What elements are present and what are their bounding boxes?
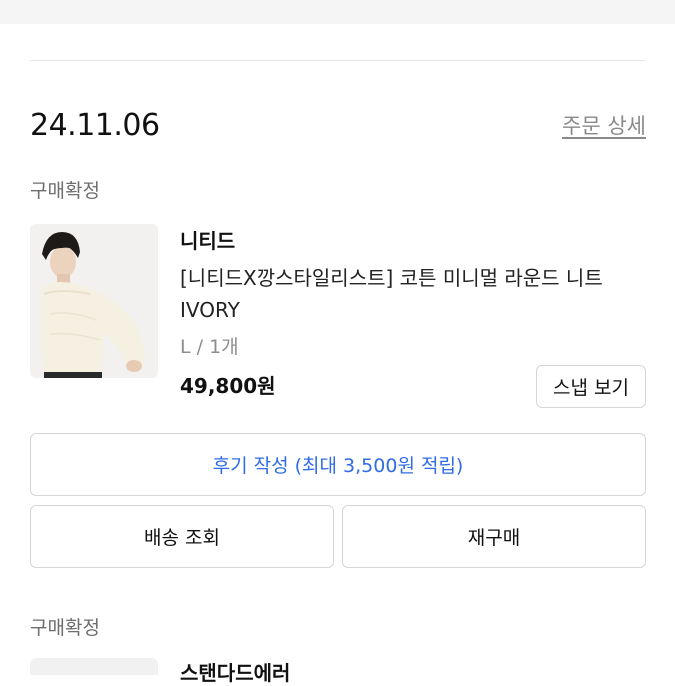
snap-view-button[interactable]: 스냅 보기 (536, 365, 646, 408)
product-brand[interactable]: 니티드 (180, 228, 235, 254)
order-status-2: 구매확정 (30, 617, 100, 639)
section-divider (30, 60, 646, 61)
write-review-button[interactable]: 후기 작성 (최대 3,500원 적립) (30, 433, 646, 496)
order-date: 24.11.06 (30, 108, 160, 143)
track-delivery-button[interactable]: 배송 조회 (30, 505, 334, 568)
rebuy-button[interactable]: 재구매 (342, 505, 646, 568)
product-name[interactable]: [니티드X깡스타일리스트] 코튼 미니멀 라운드 니트 IVORY (180, 262, 650, 326)
product-thumbnail[interactable] (30, 224, 158, 378)
order-detail-link[interactable]: 주문 상세 (562, 112, 646, 140)
product-thumbnail-2[interactable] (30, 658, 158, 675)
product-price: 49,800원 (180, 374, 276, 398)
product-photo (30, 224, 158, 378)
product-brand-2[interactable]: 스탠다드에러 (180, 660, 290, 686)
product-option: L / 1개 (180, 336, 239, 358)
top-bar (0, 0, 675, 24)
order-status: 구매확정 (30, 180, 100, 202)
